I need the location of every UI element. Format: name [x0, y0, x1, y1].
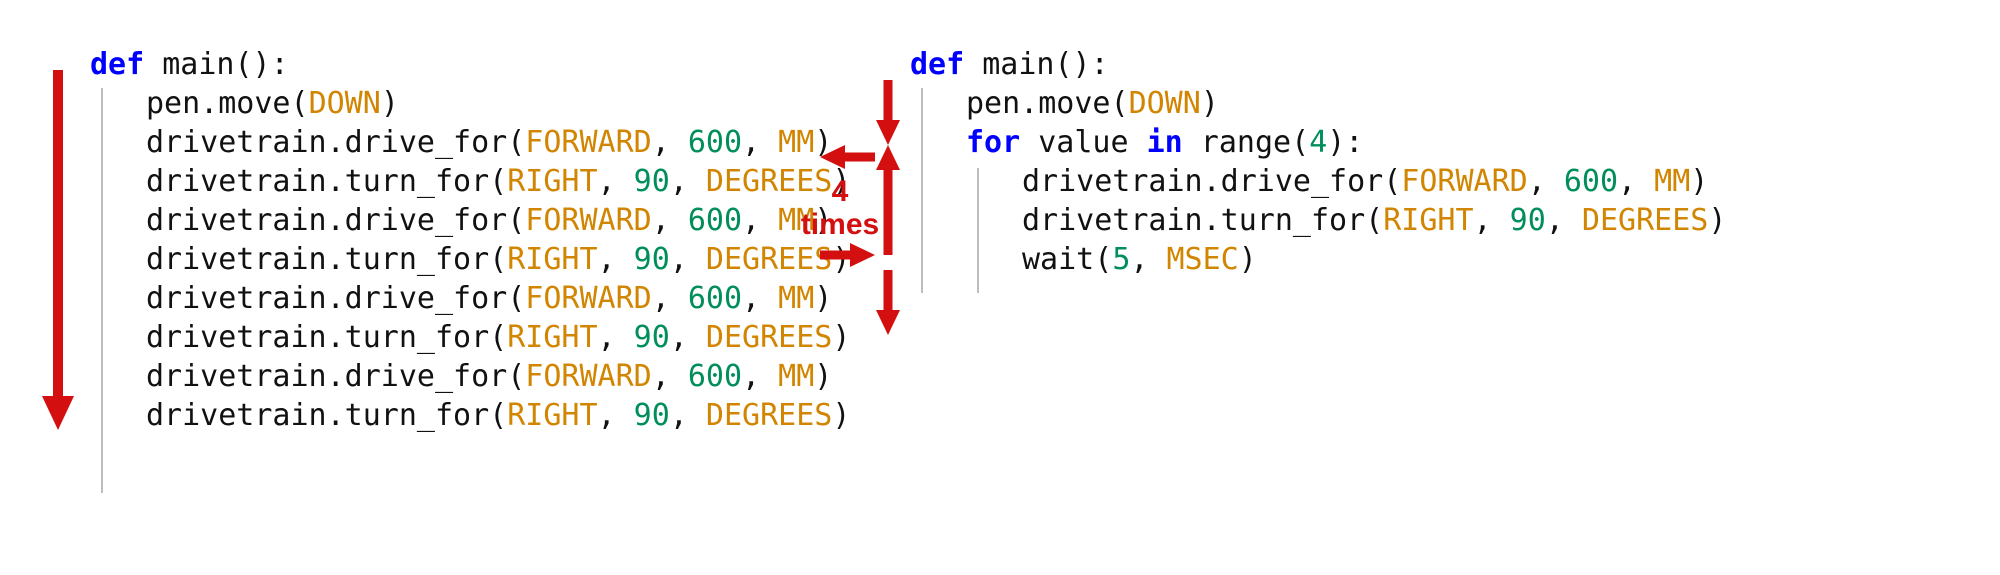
code-line: drivetrain.turn_for(RIGHT, 90, DEGREES)	[90, 240, 850, 279]
code-line: drivetrain.turn_for(RIGHT, 90, DEGREES)	[90, 318, 850, 357]
indent-guide-right-2	[977, 168, 979, 293]
code-line: def main():	[910, 45, 1726, 84]
code-line: pen.move(DOWN)	[90, 84, 850, 123]
indent-guide-right-1	[921, 88, 923, 293]
arrow-left-icon	[820, 142, 875, 172]
code-line: drivetrain.drive_for(FORWARD, 600, MM)	[90, 201, 850, 240]
keyword-def: def	[910, 47, 964, 82]
code-line: drivetrain.turn_for(RIGHT, 90, DEGREES)	[90, 162, 850, 201]
code-line: for value in range(4):	[910, 123, 1726, 162]
arrow-down-short-icon	[873, 80, 903, 145]
code-line: drivetrain.drive_for(FORWARD, 600, MM)	[90, 357, 850, 396]
code-line: drivetrain.turn_for(RIGHT, 90, DEGREES)	[90, 396, 850, 435]
code-line: drivetrain.turn_for(RIGHT, 90, DEGREES)	[910, 201, 1726, 240]
code-line: wait(5, MSEC)	[910, 240, 1726, 279]
code-block-left: def main(): pen.move(DOWN) drivetrain.dr…	[90, 45, 850, 435]
arrow-down-long-icon	[38, 70, 78, 430]
keyword-def: def	[90, 47, 144, 82]
code-line: drivetrain.drive_for(FORWARD, 600, MM)	[910, 162, 1726, 201]
code-block-right: def main(): pen.move(DOWN) for value in …	[910, 45, 1726, 279]
code-line: pen.move(DOWN)	[910, 84, 1726, 123]
keyword-in: in	[1147, 125, 1183, 160]
loop-count-label: 4 times	[800, 175, 880, 241]
code-line: drivetrain.drive_for(FORWARD, 600, MM)	[90, 123, 850, 162]
arrow-down-exit-icon	[873, 270, 903, 335]
keyword-for: for	[966, 125, 1020, 160]
code-line: def main():	[90, 45, 850, 84]
code-line: drivetrain.drive_for(FORWARD, 600, MM)	[90, 279, 850, 318]
indent-guide-left	[101, 88, 103, 493]
arrow-right-icon	[820, 240, 875, 270]
loop-count-number: 4	[800, 175, 880, 208]
loop-count-word: times	[800, 208, 880, 241]
comparison-stage: def main(): pen.move(DOWN) drivetrain.dr…	[0, 0, 2000, 575]
function-name: main	[162, 47, 234, 82]
